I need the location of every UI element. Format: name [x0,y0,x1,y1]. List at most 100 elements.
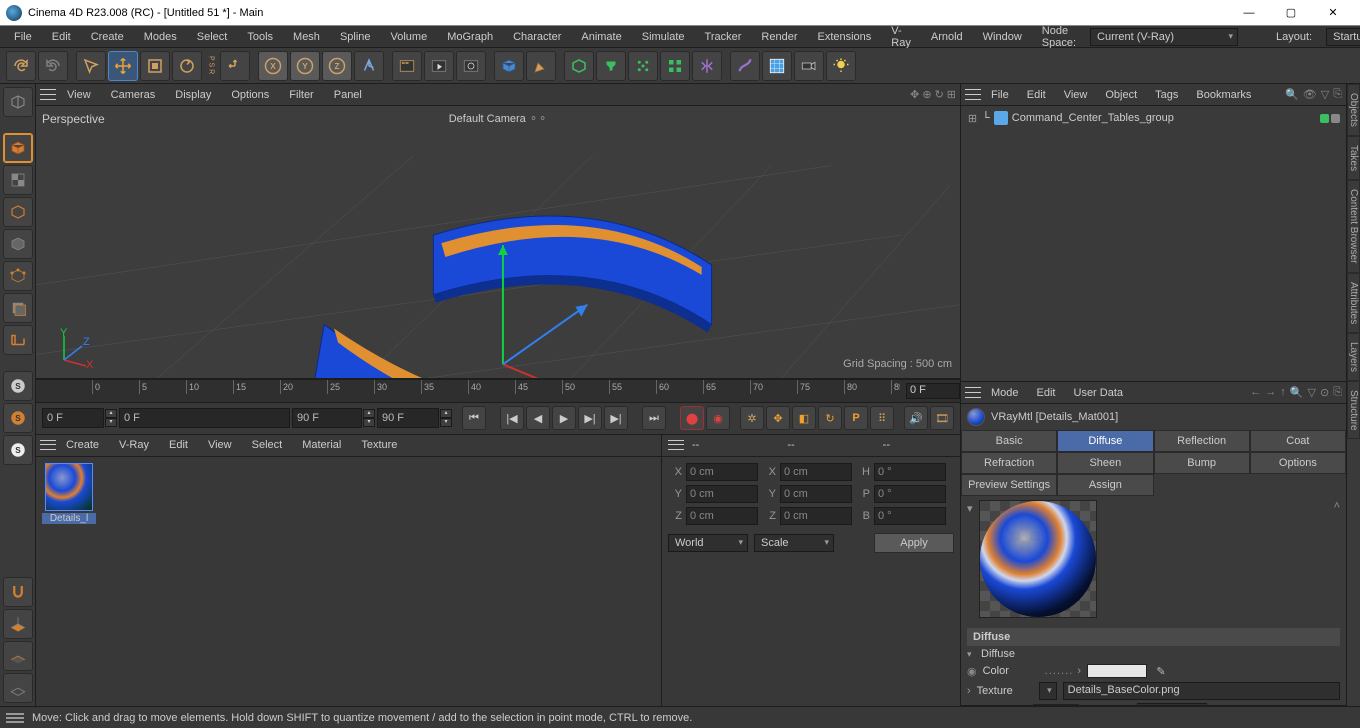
collapse-icon[interactable]: ▾ [967,502,973,515]
menu-render[interactable]: Render [751,28,807,46]
key-scale-button[interactable]: ◧ [792,406,816,430]
autokey-button[interactable]: ◉ [706,406,730,430]
filter-icon[interactable]: ▽ [1308,386,1316,399]
timeline-tick[interactable]: 80 [844,380,891,394]
point-mode-button[interactable] [3,261,33,291]
enable-quantize-button[interactable]: S [3,435,33,465]
menu-animate[interactable]: Animate [571,28,631,46]
menu-select[interactable]: Select [187,28,238,46]
matmenu-select[interactable]: Select [242,436,293,454]
timeline-tick[interactable]: 20 [280,380,327,394]
move-tool-button[interactable] [108,51,138,81]
hamburger-icon[interactable] [40,88,56,102]
viewport-menu-cameras[interactable]: Cameras [102,86,165,104]
timeline-tick[interactable]: 5 [139,380,186,394]
locked-workplane-button[interactable] [3,673,33,703]
node-space-dropdown[interactable]: Current (V-Ray) [1090,28,1238,46]
texture-slot-dropdown[interactable] [1039,682,1057,700]
hamburger-icon[interactable] [965,88,981,102]
timeline-tick[interactable]: 65 [703,380,750,394]
objmenu-object[interactable]: Object [1097,86,1145,104]
objmenu-tags[interactable]: Tags [1147,86,1186,104]
menu-window[interactable]: Window [973,28,1032,46]
tab-sheen[interactable]: Sheen [1057,452,1153,474]
menu-mesh[interactable]: Mesh [283,28,330,46]
magnet-button[interactable] [3,577,33,607]
keyframe-selection-button[interactable]: ✲ [740,406,764,430]
tab-coat[interactable]: Coat [1250,430,1346,452]
cube-primitive-button[interactable] [494,51,524,81]
redo-button[interactable] [38,51,68,81]
key-parameter-button[interactable]: P [844,406,868,430]
menu-mograph[interactable]: MoGraph [437,28,503,46]
cloner-button[interactable] [660,51,690,81]
tab-reflection[interactable]: Reflection [1154,430,1250,452]
expand-icon[interactable]: ⊞ [967,112,978,125]
object-name[interactable]: Command_Center_Tables_group [1012,112,1174,124]
end-frame-input[interactable] [377,408,439,428]
timeline-tick[interactable]: 35 [421,380,468,394]
sound-button[interactable]: 🔊 [904,406,928,430]
playback-options-button[interactable]: 🎞 [930,406,954,430]
tab-refraction[interactable]: Refraction [961,452,1057,474]
vtab-structure[interactable]: Structure [1347,381,1360,440]
menu-file[interactable]: File [4,28,42,46]
timeline-tick[interactable]: 25 [327,380,374,394]
vtab-layers[interactable]: Layers [1347,333,1360,381]
matmenu-view[interactable]: View [198,436,242,454]
coord-x-input[interactable] [686,463,758,481]
sampling-dropdown[interactable]: MIP [1137,703,1207,705]
attrmenu-mode[interactable]: Mode [983,384,1027,402]
new-icon[interactable]: ⎘ [1333,386,1342,399]
spinner-icon[interactable]: ▴▾ [440,409,452,427]
tab-options[interactable]: Options [1250,452,1346,474]
menu-create[interactable]: Create [81,28,134,46]
enable-snap-button[interactable]: S [3,403,33,433]
viewport-menu-panel[interactable]: Panel [325,86,371,104]
tab-preview-settings[interactable]: Preview Settings [961,474,1057,496]
range-end-input[interactable] [292,408,362,428]
bend-deformer-button[interactable] [730,51,760,81]
record-button[interactable]: ⬤ [680,406,704,430]
edge-mode-button[interactable] [3,293,33,323]
diffuse-subsection[interactable]: Diffuse [967,648,1340,660]
objmenu-file[interactable]: File [983,86,1017,104]
viewport-toggle-icon[interactable]: ⊞ [947,88,956,101]
timeline-tick[interactable]: 40 [468,380,515,394]
make-editable-button[interactable] [3,87,33,117]
goto-end-button[interactable]: ⏭ [642,406,666,430]
filter-icon[interactable]: ▽ [1321,88,1329,101]
eye-icon[interactable]: 👁 [1303,88,1317,101]
material-preview-sphere[interactable] [979,500,1097,618]
texture-thumbnail[interactable] [1033,704,1079,705]
model-mode-button[interactable] [3,133,33,163]
menu-vray[interactable]: V-Ray [881,22,921,52]
timeline-current-field[interactable]: 0 F [906,383,960,399]
coord-y2-input[interactable] [780,485,852,503]
texture-mode-button[interactable] [3,165,33,195]
range-start-input[interactable] [119,408,290,428]
matmenu-create[interactable]: Create [56,436,109,454]
x-axis-lock-button[interactable]: X [258,51,288,81]
undo-button[interactable] [6,51,36,81]
material-name-label[interactable]: Details_l [42,513,96,524]
nav-back-icon[interactable]: ← [1250,386,1261,399]
search-icon[interactable]: 🔍 [1290,386,1304,399]
timeline-tick[interactable]: 60 [656,380,703,394]
planar-button[interactable] [3,641,33,671]
timeline-tick[interactable]: 30 [374,380,421,394]
menu-arnold[interactable]: Arnold [921,28,973,46]
coord-space-dropdown[interactable]: World [668,534,748,552]
tab-bump[interactable]: Bump [1154,452,1250,474]
array-button[interactable] [628,51,658,81]
z-axis-lock-button[interactable]: Z [322,51,352,81]
hamburger-icon[interactable] [668,438,684,452]
viewport-menu-view[interactable]: View [58,86,100,104]
matmenu-vray[interactable]: V-Ray [109,436,159,454]
workplane-button[interactable] [3,609,33,639]
menu-volume[interactable]: Volume [381,28,438,46]
menu-character[interactable]: Character [503,28,571,46]
workplane-mode-button[interactable] [3,229,33,259]
prev-frame-button[interactable]: ◀ [526,406,550,430]
render-settings-button[interactable] [392,51,422,81]
